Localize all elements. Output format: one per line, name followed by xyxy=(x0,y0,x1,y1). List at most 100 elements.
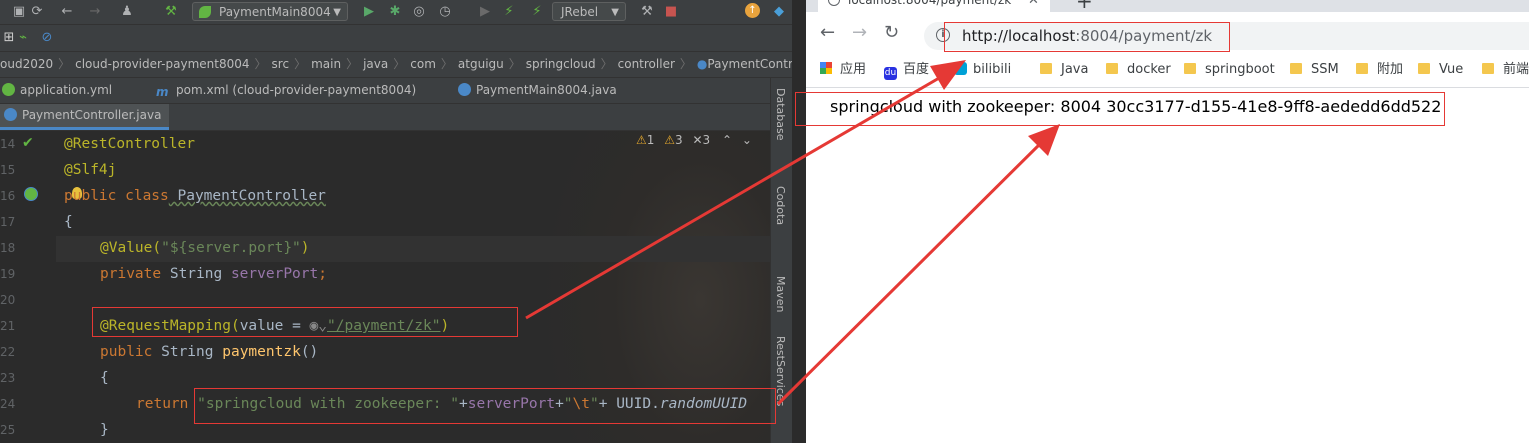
build-icon[interactable]: ⚒ xyxy=(162,3,180,21)
line-number: 14 xyxy=(0,137,16,151)
code-line: { xyxy=(100,370,109,386)
reload-icon[interactable]: ↻ xyxy=(884,24,899,42)
code-line: @Value("${server.port}") xyxy=(100,240,310,256)
breadcrumb-item[interactable]: com xyxy=(410,57,436,71)
breadcrumb-item[interactable]: oud2020 xyxy=(0,57,53,71)
new-tab-button[interactable]: + xyxy=(1076,0,1093,11)
warning-count: 1 xyxy=(646,133,655,147)
run-config-label: PaymentMain8004 xyxy=(219,5,331,19)
bookmark-java[interactable]: Java xyxy=(1040,61,1088,79)
breadcrumb-item: ● xyxy=(696,57,708,71)
chevron-down-icon: ▼ xyxy=(333,7,341,18)
warning-icon: ⚠ xyxy=(664,133,675,147)
breadcrumb-item[interactable]: atguigu xyxy=(458,57,504,71)
tool-window-codota[interactable]: Codota xyxy=(774,186,787,225)
close-icon[interactable]: ✕ xyxy=(1028,0,1039,9)
forward-icon[interactable]: → xyxy=(86,3,104,21)
chevron-down-icon[interactable]: ⌄ xyxy=(742,133,752,147)
yml-file-icon xyxy=(2,83,15,96)
annotation-box-url xyxy=(944,22,1230,52)
breadcrumb-item[interactable]: cloud-provider-payment8004 xyxy=(75,57,249,71)
bookmark-baidu[interactable]: du 百度 xyxy=(884,61,929,80)
stop-icon[interactable]: ■ xyxy=(662,3,680,21)
warning-icon: ⚠ xyxy=(636,133,647,147)
bookmark-apps[interactable]: 应用 xyxy=(820,61,866,79)
tab-paymentcontroller[interactable]: PaymentController.java xyxy=(0,104,170,130)
jrebel-label: JRebel xyxy=(561,5,599,19)
bookmark-docker[interactable]: docker xyxy=(1106,61,1171,79)
save-icon[interactable]: ▣ xyxy=(10,3,28,21)
ide-toolbar: ▣ ⟳ ← → ♟ ⚒ PaymentMain8004 ▼ ▶ ✱ ◎ ◷ ▶ … xyxy=(0,0,792,25)
annotation-box-response xyxy=(795,92,1445,126)
line-number: 20 xyxy=(0,293,16,307)
spring-bean-icon[interactable] xyxy=(24,187,38,201)
breadcrumb-item[interactable]: PaymentControlle xyxy=(707,57,792,71)
tool-window-database[interactable]: Database xyxy=(774,88,787,141)
line-number: 17 xyxy=(0,215,16,229)
code-line: @RestController xyxy=(64,136,195,152)
back-icon[interactable]: ← xyxy=(58,3,76,21)
bookmark-fujia[interactable]: 附加 xyxy=(1356,61,1403,79)
jrebel-run-icon[interactable]: ▶ xyxy=(476,3,494,21)
coverage-icon[interactable]: ◎ xyxy=(410,3,428,21)
code-line: public String paymentzk() xyxy=(100,344,319,360)
hammer-icon[interactable]: ⚒ xyxy=(638,3,656,21)
breadcrumb-item[interactable]: main xyxy=(311,57,341,71)
forward-icon[interactable]: → xyxy=(852,24,867,42)
tab-application-yml[interactable]: application.yml xyxy=(2,78,112,103)
jrebel-icon[interactable]: ⚡ xyxy=(528,3,546,21)
bookmark-frontend[interactable]: 前端框架 xyxy=(1482,61,1529,79)
bookmark-springboot[interactable]: springboot xyxy=(1184,61,1275,79)
bookmark-ssm[interactable]: SSM xyxy=(1290,61,1339,79)
sync-icon[interactable]: ⟳ xyxy=(28,3,46,21)
run-icon[interactable]: ▶ xyxy=(360,3,378,21)
browser-tab-title: localhost:8004/payment/zk xyxy=(848,0,1012,7)
debug-icon[interactable]: ✱ xyxy=(386,3,404,21)
ide-tool-row: ⊞ ⌁ ⊘ xyxy=(0,25,792,52)
code-line: private String serverPort; xyxy=(100,266,327,282)
run-config-select[interactable]: PaymentMain8004 ▼ xyxy=(192,2,348,21)
breadcrumb-item[interactable]: controller xyxy=(618,57,675,71)
back-icon[interactable]: ← xyxy=(820,24,835,42)
bilibili-icon xyxy=(954,62,967,75)
line-number: 22 xyxy=(0,345,16,359)
line-number: 15 xyxy=(0,163,16,177)
line-number: 21 xyxy=(0,319,16,333)
update-icon[interactable]: ↑ xyxy=(745,3,760,18)
breadcrumb-item[interactable]: java xyxy=(363,57,388,71)
user-icon[interactable]: ♟ xyxy=(118,3,136,21)
blocked-icon[interactable]: ⊘ xyxy=(38,29,56,47)
spring-bean-icon[interactable]: ✔ xyxy=(22,135,34,151)
browser-tab[interactable]: localhost:8004/payment/zk ✕ xyxy=(818,0,1050,12)
annotation-box-return xyxy=(194,388,776,424)
bookmarks-bar: 应用 du 百度 bilibili Java docker springboot … xyxy=(806,53,1529,88)
class-icon xyxy=(458,83,471,96)
browser-tabstrip: localhost:8004/payment/zk ✕ + xyxy=(806,0,1529,12)
baidu-icon: du xyxy=(884,67,897,80)
breadcrumb-item[interactable]: src xyxy=(272,57,290,71)
tab-label: application.yml xyxy=(20,83,113,97)
typo-icon: ✕ xyxy=(692,133,703,147)
editor-tabs-row2: PaymentController.java xyxy=(0,104,792,131)
plugin-icon[interactable]: ◆ xyxy=(770,3,788,21)
jrebel-select[interactable]: JRebel ▼ xyxy=(552,2,626,21)
jrebel-debug-icon[interactable]: ⚡ xyxy=(500,3,518,21)
folder-icon xyxy=(1290,63,1302,74)
line-number: 18 xyxy=(0,241,16,255)
inspection-widget[interactable]: ⚠1 ⚠3 ✕3 ⌃ ⌄ xyxy=(636,133,752,147)
line-gutter: 14 15 16 17 18 19 20 21 22 23 24 25 ✔ xyxy=(0,131,82,443)
spring-leaf-icon xyxy=(199,6,211,18)
profile-icon[interactable]: ◷ xyxy=(436,3,454,21)
breadcrumb-item[interactable]: springcloud xyxy=(526,57,596,71)
chart-icon[interactable]: ⌁ xyxy=(14,29,32,47)
apps-icon xyxy=(820,62,832,74)
tab-paymentmain[interactable]: PaymentMain8004.java xyxy=(458,78,617,103)
tab-pom-xml[interactable]: m pom.xml (cloud-provider-payment8004) xyxy=(156,78,416,103)
folder-icon xyxy=(1106,63,1118,74)
bookmark-bilibili[interactable]: bilibili xyxy=(954,61,1011,79)
bookmark-vue[interactable]: Vue xyxy=(1418,61,1463,79)
maven-icon: m xyxy=(156,85,169,99)
chevron-down-icon: ▼ xyxy=(611,7,619,18)
chevron-up-icon[interactable]: ⌃ xyxy=(722,133,732,147)
tool-window-maven[interactable]: Maven xyxy=(774,276,787,312)
